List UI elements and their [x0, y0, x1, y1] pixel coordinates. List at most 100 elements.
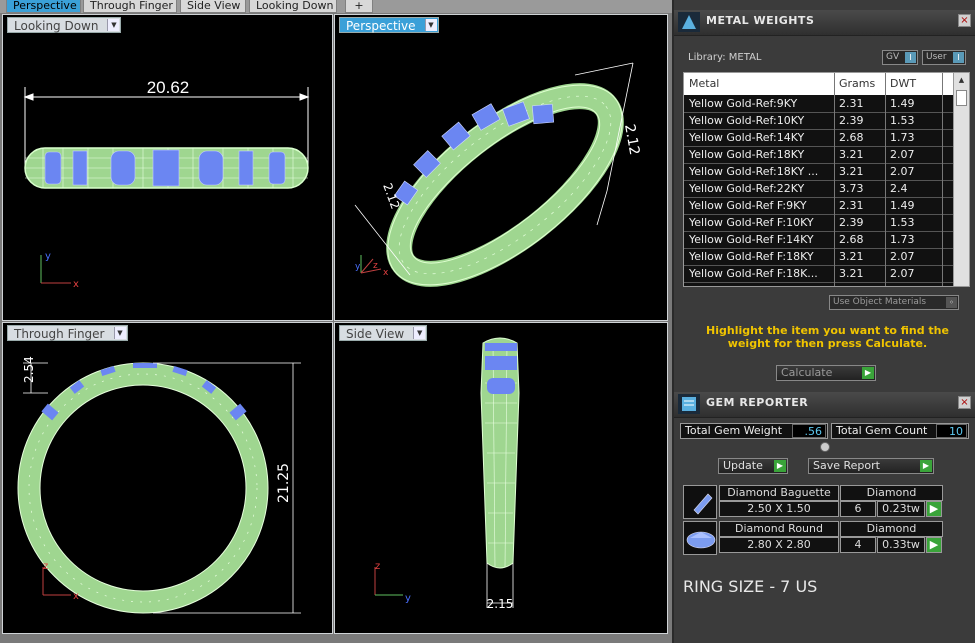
baguette-gem-icon — [683, 485, 717, 519]
svg-text:z: z — [43, 561, 48, 572]
metal-name: Yellow Gold-Ref:18KY — [689, 148, 805, 161]
gem-count: 6 — [840, 501, 876, 517]
chevron-down-icon[interactable]: ▼ — [113, 327, 126, 339]
update-button[interactable]: Update ▶ — [718, 458, 788, 474]
gem-material: Diamond — [840, 485, 943, 501]
table-row[interactable]: Yellow Gold-Ref:9KY 2.31 1.49 — [684, 96, 954, 113]
metal-dwt: 1.49 — [890, 97, 915, 110]
tab-looking-down[interactable]: Looking Down — [249, 0, 337, 13]
close-icon[interactable]: × — [958, 14, 971, 27]
gem-size: 2.80 X 2.80 — [719, 537, 839, 553]
metal-table[interactable]: Metal Grams DWT Yellow Gold-Ref:9KY 2.31 1… — [683, 72, 970, 287]
metal-dwt: 1.53 — [890, 114, 915, 127]
side-view-dimension: 2.15 — [487, 597, 514, 611]
gem-reporter-title: GEM REPORTER — [706, 396, 809, 409]
calculate-hint: Highlight the item you want to find the … — [706, 324, 949, 350]
through-finger-ring-render: 2.54 21.25 z x — [17, 356, 301, 614]
gem-select-button[interactable]: ▶ — [926, 537, 942, 553]
metal-dwt: 2.07 — [890, 165, 915, 178]
svg-text:x: x — [73, 591, 79, 602]
table-row[interactable]: Yellow Gold-Ref F:9KY 2.31 1.49 — [684, 198, 954, 215]
gem-row[interactable]: Diamond Round Diamond 2.80 X 2.80 4 0.33tw ▶ — [683, 521, 945, 555]
column-header-metal[interactable]: Metal — [689, 77, 719, 90]
tab-through-finger[interactable]: Through Finger — [83, 0, 177, 13]
table-row[interactable]: Yellow Gold-Ref:14KY 2.68 1.73 — [684, 130, 954, 147]
metal-name: Yellow Gold-Ref:18KY ... — [689, 165, 819, 178]
table-row[interactable]: Yellow Gold-Ref:18KY 3.21 2.07 — [684, 147, 954, 164]
tab-side-view[interactable]: Side View — [180, 0, 246, 13]
right-panel: METAL WEIGHTS × Library: METAL GV I User I… — [672, 0, 975, 643]
gv-toggle[interactable]: GV I — [882, 50, 918, 65]
table-row[interactable]: Yellow Gold-Ref:18KY ... 3.21 2.07 — [684, 164, 954, 181]
metal-grams: 2.68 — [839, 131, 864, 144]
metal-name: Yellow Gold-Ref F:14KY — [689, 233, 814, 246]
svg-text:y: y — [45, 251, 51, 262]
viewport-label-side-view[interactable]: Side View ▼ — [339, 325, 428, 341]
perspective-dimension-a: 2.12 — [621, 123, 642, 156]
metal-name: Yellow Gold-Ref F:9KY — [689, 199, 807, 212]
svg-text:z: z — [373, 261, 378, 271]
chevron-down-icon[interactable]: ▼ — [413, 327, 426, 339]
report-icon — [678, 394, 700, 414]
svg-text:y: y — [355, 262, 361, 272]
viewport-label-through-finger[interactable]: Through Finger ▼ — [7, 325, 128, 341]
ring-size-label: RING SIZE - 7 US — [683, 577, 818, 596]
viewport-side-view[interactable]: 2.15 z y Side View ▼ — [334, 322, 668, 634]
viewport-perspective[interactable]: 2.12 2.12 y z x Perspective ▼ — [334, 14, 668, 321]
column-header-dwt[interactable]: DWT — [890, 77, 916, 90]
viewport-looking-down[interactable]: 20.62 y x Looking Down ▼ — [2, 14, 333, 321]
metal-name: Yellow Gold-Ref:14KY — [689, 131, 805, 144]
scale-icon — [678, 12, 700, 32]
scroll-thumb[interactable] — [956, 90, 967, 106]
round-gem-icon — [683, 521, 717, 555]
table-row[interactable]: Yellow Gold-Ref F:14KY 2.68 1.73 — [684, 232, 954, 249]
library-label: Library: METAL — [688, 52, 762, 63]
metal-table-header: Metal Grams DWT — [684, 73, 954, 95]
perspective-dimension-b: 2.12 — [380, 181, 402, 211]
table-row[interactable]: Yellow Gold-Ref F:18KY 3.21 2.07 — [684, 249, 954, 266]
use-object-materials-toggle[interactable]: Use Object Materials ◦ — [829, 295, 959, 310]
gem-count: 4 — [840, 537, 876, 553]
calculate-button[interactable]: Calculate ▶ — [776, 365, 876, 381]
looking-down-ring-render: 20.62 y x — [23, 78, 310, 290]
chevron-down-icon[interactable]: ▼ — [107, 19, 120, 31]
metal-grams: 3.21 — [839, 148, 864, 161]
table-row[interactable]: Yellow Gold-Ref:10KY 2.39 1.53 — [684, 113, 954, 130]
metal-name: Yellow Gold-Ref:10KY — [689, 114, 805, 127]
metal-table-scrollbar[interactable]: ▲ — [953, 73, 969, 286]
viewport-through-finger[interactable]: 2.54 21.25 z x Through Finger ▼ — [2, 322, 333, 634]
chevron-down-icon[interactable]: ▼ — [424, 19, 437, 31]
viewport-label-perspective[interactable]: Perspective ▼ — [339, 17, 439, 33]
axis-gizmo: y x — [40, 251, 79, 290]
view-tab-bar: Perspective Through Finger Side View Loo… — [0, 0, 672, 13]
perspective-ring-render: 2.12 2.12 y z x — [354, 62, 642, 287]
metal-weights-title: METAL WEIGHTS — [706, 14, 815, 27]
add-tab-button[interactable]: + — [345, 0, 373, 13]
user-toggle[interactable]: User I — [922, 50, 966, 65]
gem-shape: Diamond Round — [719, 521, 839, 537]
gem-select-button[interactable]: ▶ — [926, 501, 942, 517]
axis-gizmo: y z x — [355, 255, 389, 278]
table-row[interactable]: Yellow Gold-Ref:22KY 3.73 2.4 — [684, 181, 954, 198]
column-header-grams[interactable]: Grams — [839, 77, 875, 90]
svg-text:x: x — [73, 279, 79, 290]
tab-perspective[interactable]: Perspective — [6, 0, 81, 13]
gem-weight: 0.23tw — [877, 501, 925, 517]
metal-name: Yellow Gold-Ref F:18KY — [689, 250, 814, 263]
table-row[interactable]: Yellow Gold-Ref F:10KY 2.39 1.53 — [684, 215, 954, 232]
metal-dwt: 1.53 — [890, 216, 915, 229]
metal-grams: 2.31 — [839, 97, 864, 110]
through-finger-dimension-a: 2.54 — [22, 356, 36, 383]
total-gem-count-value: 10 — [936, 424, 967, 438]
scroll-up-icon[interactable]: ▲ — [954, 73, 969, 87]
save-report-button[interactable]: Save Report ▶ — [808, 458, 934, 474]
metal-grams: 2.31 — [839, 199, 864, 212]
metal-grams: 3.73 — [839, 182, 864, 195]
metal-grams: 3.21 — [839, 267, 864, 280]
gem-size: 2.50 X 1.50 — [719, 501, 839, 517]
splitter-handle[interactable] — [820, 442, 830, 452]
viewport-label-looking-down[interactable]: Looking Down ▼ — [7, 17, 122, 33]
gem-row[interactable]: Diamond Baguette Diamond 2.50 X 1.50 6 0.23t… — [683, 485, 945, 519]
close-icon[interactable]: × — [958, 396, 971, 409]
table-row[interactable]: Yellow Gold-Ref F:18K... 3.21 2.07 — [684, 266, 954, 283]
